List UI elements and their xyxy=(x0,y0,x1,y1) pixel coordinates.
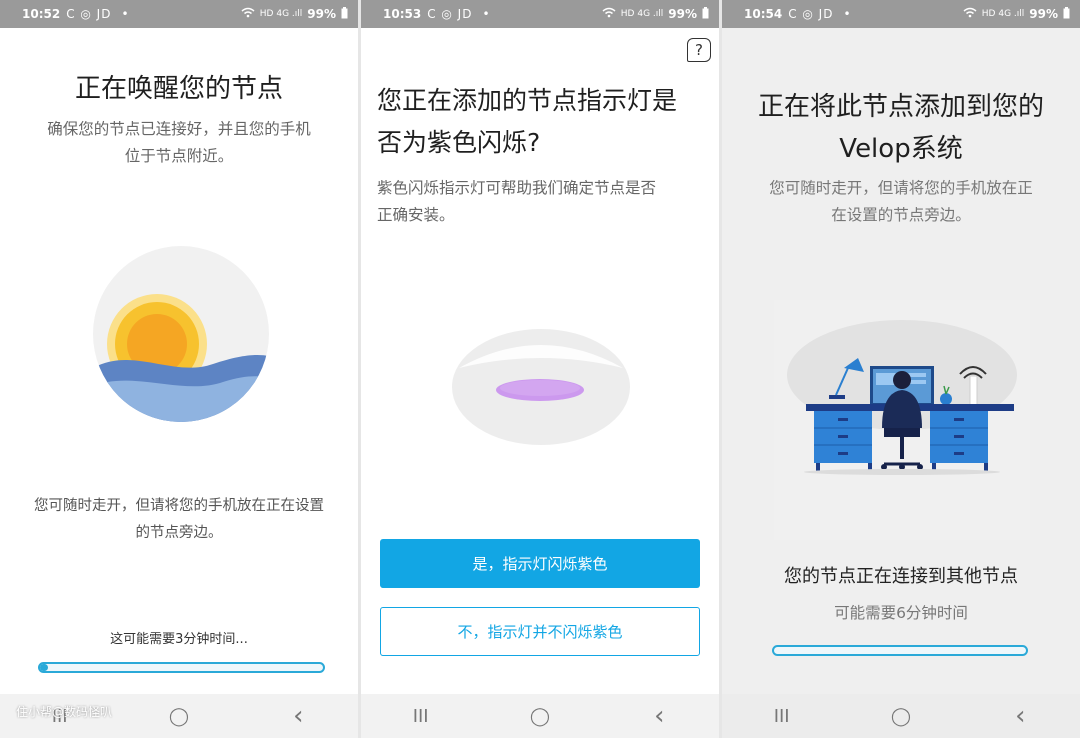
signal-icon: HD 4G .ıll xyxy=(259,9,303,19)
estimated-time: 可能需要6分钟时间 xyxy=(834,604,968,622)
subtitle-line: 紫色闪烁指示灯可帮助我们确定节点是否 xyxy=(377,179,657,197)
status-time: 10:52 xyxy=(22,7,61,21)
battery-level: 99% xyxy=(307,7,336,21)
screen-waking-node: 10:52 C ◎ JD • HD 4G .ıll 99% 正在唤醒您的节点 确… xyxy=(0,0,358,738)
subtitle-line: 确保您的节点已连接好，并且您的手机 xyxy=(47,120,311,138)
home-button[interactable]: ◯ xyxy=(159,706,199,727)
battery-icon xyxy=(702,6,709,22)
back-button[interactable]: ‹ xyxy=(278,701,318,731)
subtitle-line: 位于节点附近。 xyxy=(124,147,234,165)
no-purple-button[interactable]: 不，指示灯并不闪烁紫色 xyxy=(380,607,700,656)
signal-icon: HD 4G .ıll xyxy=(620,9,664,19)
page-title: 您正在添加的节点指示灯是 否为紫色闪烁? xyxy=(377,80,707,164)
back-button[interactable]: ‹ xyxy=(639,701,679,731)
recents-button[interactable]: III xyxy=(762,706,802,727)
status-bar: 10:53 C ◎ JD • HD 4G .ıll 99% xyxy=(361,0,719,28)
page-subtitle: 紫色闪烁指示灯可帮助我们确定节点是否 正确安装。 xyxy=(361,175,719,229)
signal-icon: HD 4G .ıll xyxy=(981,9,1025,19)
battery-icon xyxy=(341,6,348,22)
connecting-status: 您的节点正在连接到其他节点 xyxy=(784,566,1018,587)
battery-level: 99% xyxy=(668,7,697,21)
page-title: 正在将此节点添加到您的 Velop系统 xyxy=(722,86,1080,170)
title-line: Velop系统 xyxy=(839,134,963,164)
subtitle-line: 正确安装。 xyxy=(377,206,455,224)
help-icon[interactable]: ? xyxy=(687,38,711,62)
status-bar: 10:52 C ◎ JD • HD 4G .ıll 99% xyxy=(0,0,358,28)
status-time: 10:53 xyxy=(383,7,422,21)
recents-button[interactable]: III xyxy=(401,706,441,727)
wifi-icon xyxy=(241,7,255,21)
home-button[interactable]: ◯ xyxy=(520,706,560,727)
estimated-time: 这可能需要3分钟时间... xyxy=(110,632,248,647)
title-line: 否为紫色闪烁? xyxy=(377,128,541,157)
title-line: 正在将此节点添加到您的 xyxy=(757,92,1044,122)
walk-away-hint: 您可随时走开，但请将您的手机放在正在设置 的节点旁边。 xyxy=(0,493,358,547)
watermark: 住小帮@数码怪叭 xyxy=(16,705,113,719)
status-notification-icons: C ◎ JD xyxy=(427,7,473,21)
system-nav-bar: III ◯ ‹ xyxy=(722,694,1080,738)
node-light-icon xyxy=(451,328,631,446)
page-title: 正在唤醒您的节点 xyxy=(74,74,283,104)
battery-level: 99% xyxy=(1029,7,1058,21)
workspace-icon xyxy=(774,300,1030,540)
progress-bar xyxy=(38,662,325,673)
screen-adding-node: 10:54 C ◎ JD • HD 4G .ıll 99% 正在将此节点添加到您… xyxy=(722,0,1080,738)
home-button[interactable]: ◯ xyxy=(881,706,921,727)
subtitle-line: 您可随时走开，但请将您的手机放在正 xyxy=(769,179,1033,197)
yes-purple-button[interactable]: 是，指示灯闪烁紫色 xyxy=(380,539,700,588)
system-nav-bar: III ◯ ‹ xyxy=(361,694,719,738)
battery-icon xyxy=(1063,6,1070,22)
status-dot: • xyxy=(843,7,851,21)
status-dot: • xyxy=(121,7,129,21)
wifi-icon xyxy=(963,7,977,21)
progress-fill xyxy=(40,664,49,671)
status-dot: • xyxy=(482,7,490,21)
title-line: 您正在添加的节点指示灯是 xyxy=(377,86,678,115)
progress-bar xyxy=(772,645,1028,656)
sunrise-icon xyxy=(93,246,269,422)
subtitle-line: 在设置的节点旁边。 xyxy=(831,206,971,224)
wifi-icon xyxy=(602,7,616,21)
status-notification-icons: C ◎ JD xyxy=(66,7,112,21)
page-subtitle: 确保您的节点已连接好，并且您的手机 位于节点附近。 xyxy=(0,116,358,170)
status-notification-icons: C ◎ JD xyxy=(788,7,834,21)
back-button[interactable]: ‹ xyxy=(1000,701,1040,731)
page-subtitle: 您可随时走开，但请将您的手机放在正 在设置的节点旁边。 xyxy=(722,175,1080,229)
hint-line: 的节点旁边。 xyxy=(135,525,223,541)
status-time: 10:54 xyxy=(744,7,783,21)
status-bar: 10:54 C ◎ JD • HD 4G .ıll 99% xyxy=(722,0,1080,28)
hint-line: 您可随时走开，但请将您的手机放在正在设置 xyxy=(34,498,324,514)
screen-purple-light-check: 10:53 C ◎ JD • HD 4G .ıll 99% ? 您正在添加的节点… xyxy=(361,0,719,738)
